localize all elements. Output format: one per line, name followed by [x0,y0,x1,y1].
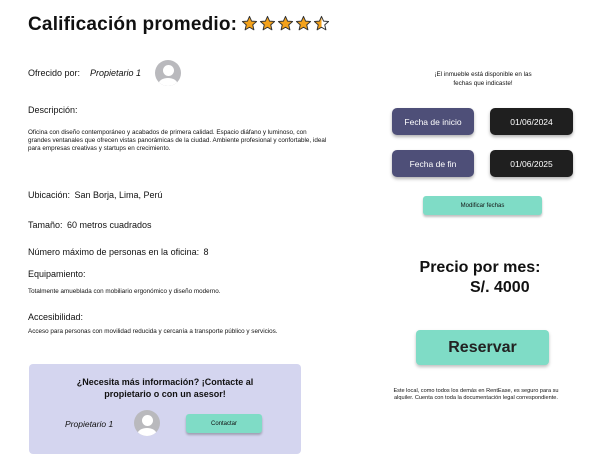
star-icon [295,15,312,31]
owner-name: Propietario 1 [90,68,142,78]
page-title: Calificación promedio: [28,14,238,35]
start-date-value[interactable]: 01/06/2024 [490,108,573,135]
start-date-label[interactable]: Fecha de inicio [392,108,474,135]
contact-panel: ¿Necesita más información? ¡Contacte al … [29,364,301,454]
accessibility-label: Accesibilidad: [28,312,84,322]
availability-message: ¡El inmueble está disponible en las fech… [434,71,532,87]
star-icon [259,15,276,31]
contact-panel-title: ¿Necesita más información? ¡Contacte al … [76,377,254,399]
legal-notice: Este local, como todos los demás en Rent… [393,388,559,401]
location-row: Ubicación: San Borja, Lima, Perú [28,185,163,203]
price-label: Precio por mes: [419,259,541,276]
contact-owner-name: Propietario 1 [65,419,114,429]
accessibility-text: Acceso para personas con movilidad reduc… [28,328,278,335]
equipment-label: Equipamiento: [28,269,86,279]
description-label: Descripción: [28,105,78,115]
size-value: 60 metros cuadrados [66,220,152,230]
rating-stars [241,15,330,32]
capacity-label: Número máximo de personas en la oficina: [28,247,200,257]
half-star-icon [313,15,330,31]
description-text: Oficina con diseño contemporáneo y acaba… [28,129,327,153]
location-value: San Borja, Lima, Perú [74,190,163,200]
star-icon [277,15,294,31]
size-row: Tamaño: 60 metros cuadrados [28,215,152,233]
location-label: Ubicación: [28,190,71,200]
star-icon [241,15,258,31]
user-avatar-icon[interactable] [134,410,160,436]
price-value: S/. 4000 [470,279,530,296]
reserve-button[interactable]: Reservar [416,330,549,365]
owner-row: Ofrecido por: Propietario 1 [28,60,182,86]
capacity-row: Número máximo de personas en la oficina:… [28,242,209,260]
end-date-label[interactable]: Fecha de fin [392,150,474,177]
size-label: Tamaño: [28,220,63,230]
owner-label: Ofrecido por: [28,68,81,78]
user-avatar-icon[interactable] [155,60,182,86]
modify-dates-button[interactable]: Modificar fechas [423,196,542,215]
capacity-value: 8 [203,247,209,257]
end-date-value[interactable]: 01/06/2025 [490,150,573,177]
equipment-text: Totalmente amueblada con mobiliario ergo… [28,288,221,295]
contact-button[interactable]: Contactar [186,414,262,433]
